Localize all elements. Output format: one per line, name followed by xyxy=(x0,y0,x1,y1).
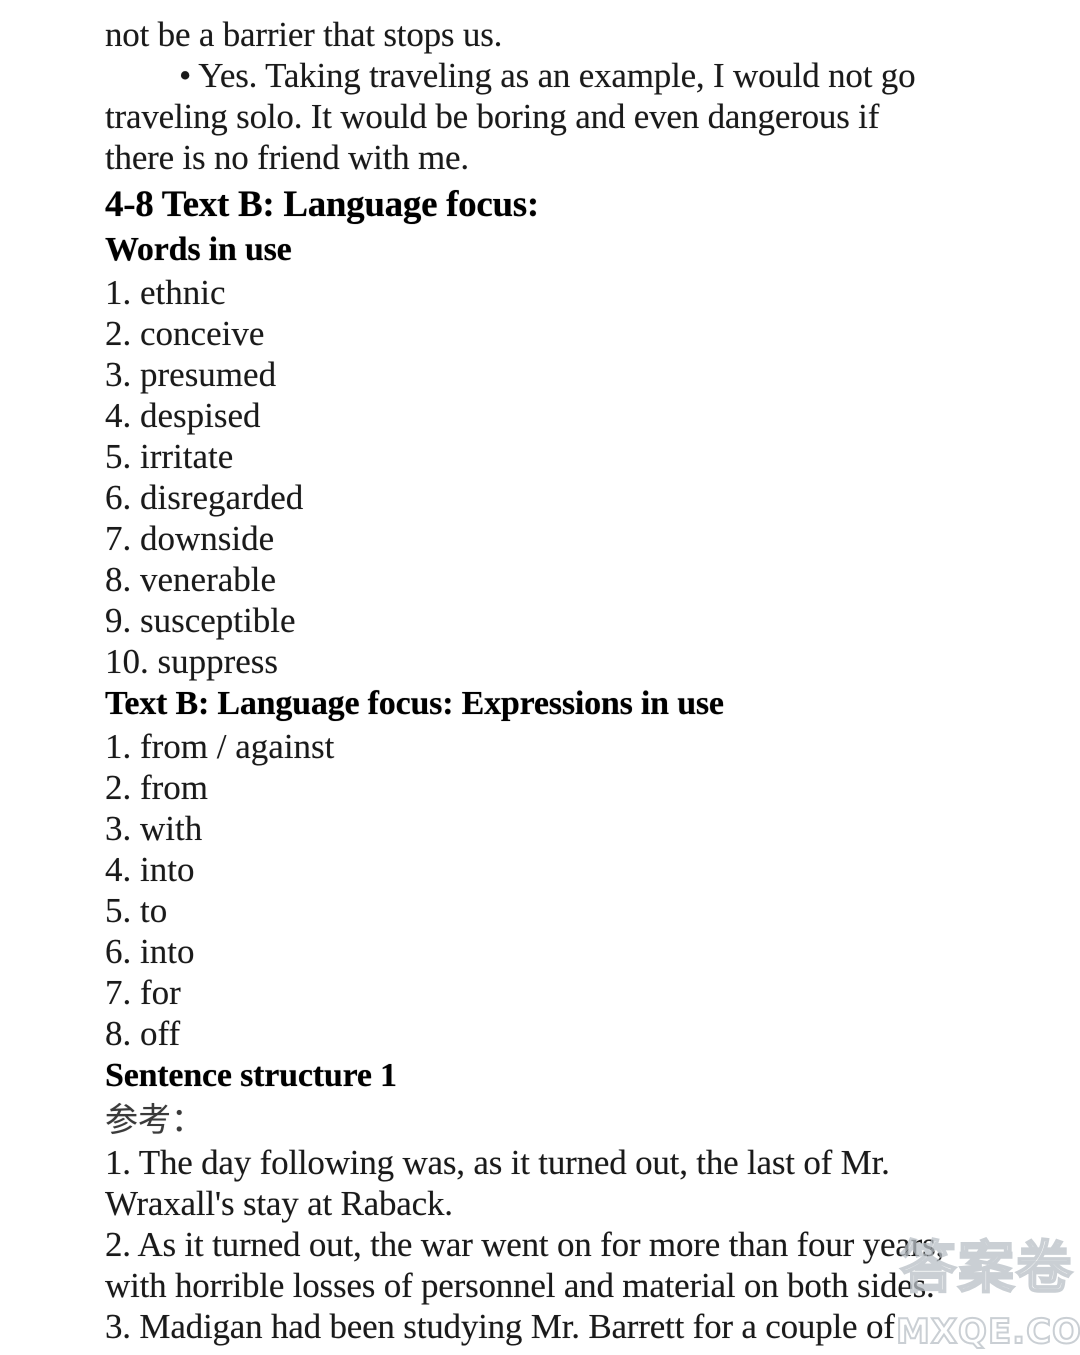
list-item: 2. conceive xyxy=(105,314,265,353)
bullet-answer-line-2: traveling solo. It would be boring and e… xyxy=(105,97,880,136)
list-item: 2. from xyxy=(105,768,209,807)
section-heading: 4-8 Text B: Language focus: xyxy=(105,184,539,225)
bullet-answer-line-3: there is no friend with me. xyxy=(105,138,469,177)
answer-line: 1. The day following was, as it turned o… xyxy=(105,1143,890,1182)
list-item: 1. ethnic xyxy=(105,273,226,312)
list-item: 4. into xyxy=(105,850,195,889)
words-in-use-heading: Words in use xyxy=(105,231,292,268)
list-item: 8. venerable xyxy=(105,560,277,599)
list-item: 9. susceptible xyxy=(105,601,296,640)
answer-line: 2. As it turned out, the war went on for… xyxy=(105,1225,945,1264)
paragraph-continuation-line-1: not be a barrier that stops us. xyxy=(105,15,503,54)
answer-line: with horrible losses of personnel and ma… xyxy=(105,1266,935,1305)
sentence-structure-heading: Sentence structure 1 xyxy=(105,1057,397,1094)
list-item: 4. despised xyxy=(105,396,261,435)
list-item: 1. from / against xyxy=(105,727,335,766)
bullet-answer-line-1: • Yes. Taking traveling as an example, I… xyxy=(179,56,916,95)
text-column: not be a barrier that stops us. • Yes. T… xyxy=(105,14,1005,1347)
list-item: 5. to xyxy=(105,891,168,930)
reference-note: 参考： xyxy=(105,1100,204,1139)
answer-line: Wraxall's stay at Raback. xyxy=(105,1184,453,1223)
list-item: 6. disregarded xyxy=(105,478,304,517)
list-item: 3. with xyxy=(105,809,203,848)
list-item: 5. irritate xyxy=(105,437,234,476)
list-item: 8. off xyxy=(105,1014,181,1053)
answer-line: 3. Madigan had been studying Mr. Barrett… xyxy=(105,1307,895,1346)
list-item: 7. downside xyxy=(105,519,275,558)
list-item: 10. suppress xyxy=(105,642,279,681)
list-item: 3. presumed xyxy=(105,355,277,394)
list-item: 6. into xyxy=(105,932,195,971)
scanned-document-page: not be a barrier that stops us. • Yes. T… xyxy=(0,0,1080,1355)
list-item: 7. for xyxy=(105,973,181,1012)
expressions-in-use-heading: Text B: Language focus: Expressions in u… xyxy=(105,685,724,722)
